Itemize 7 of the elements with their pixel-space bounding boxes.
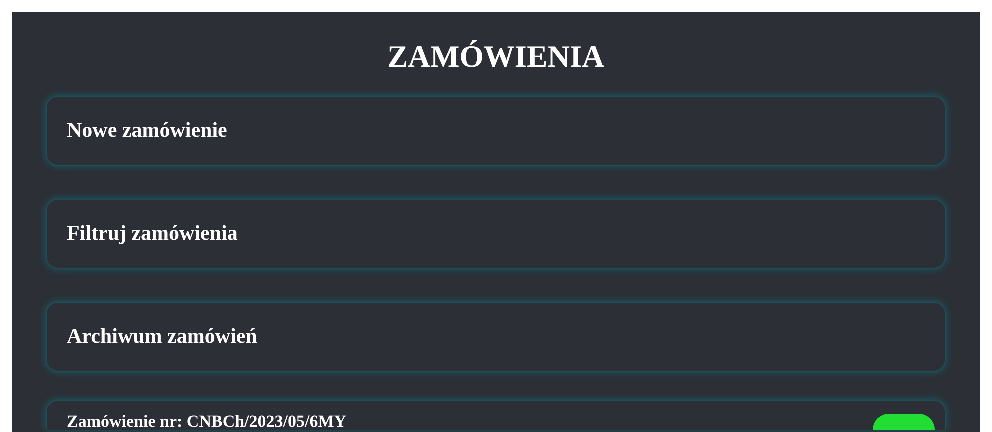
menu-button[interactable]: Nowe zamówienie (46, 96, 946, 166)
page-title: ZAMÓWIENIA (386, 38, 606, 76)
order-number: Zamówienie nr: CNBCh/2023/05/6MY (67, 412, 347, 431)
menu-button[interactable]: Archiwum zamówień (46, 302, 946, 372)
order-card[interactable]: Zamówienie nr: CNBCh/2023/05/6MY (46, 400, 946, 430)
menu-button[interactable]: Filtruj zamówienia (46, 199, 946, 269)
action-button[interactable] (873, 414, 935, 430)
